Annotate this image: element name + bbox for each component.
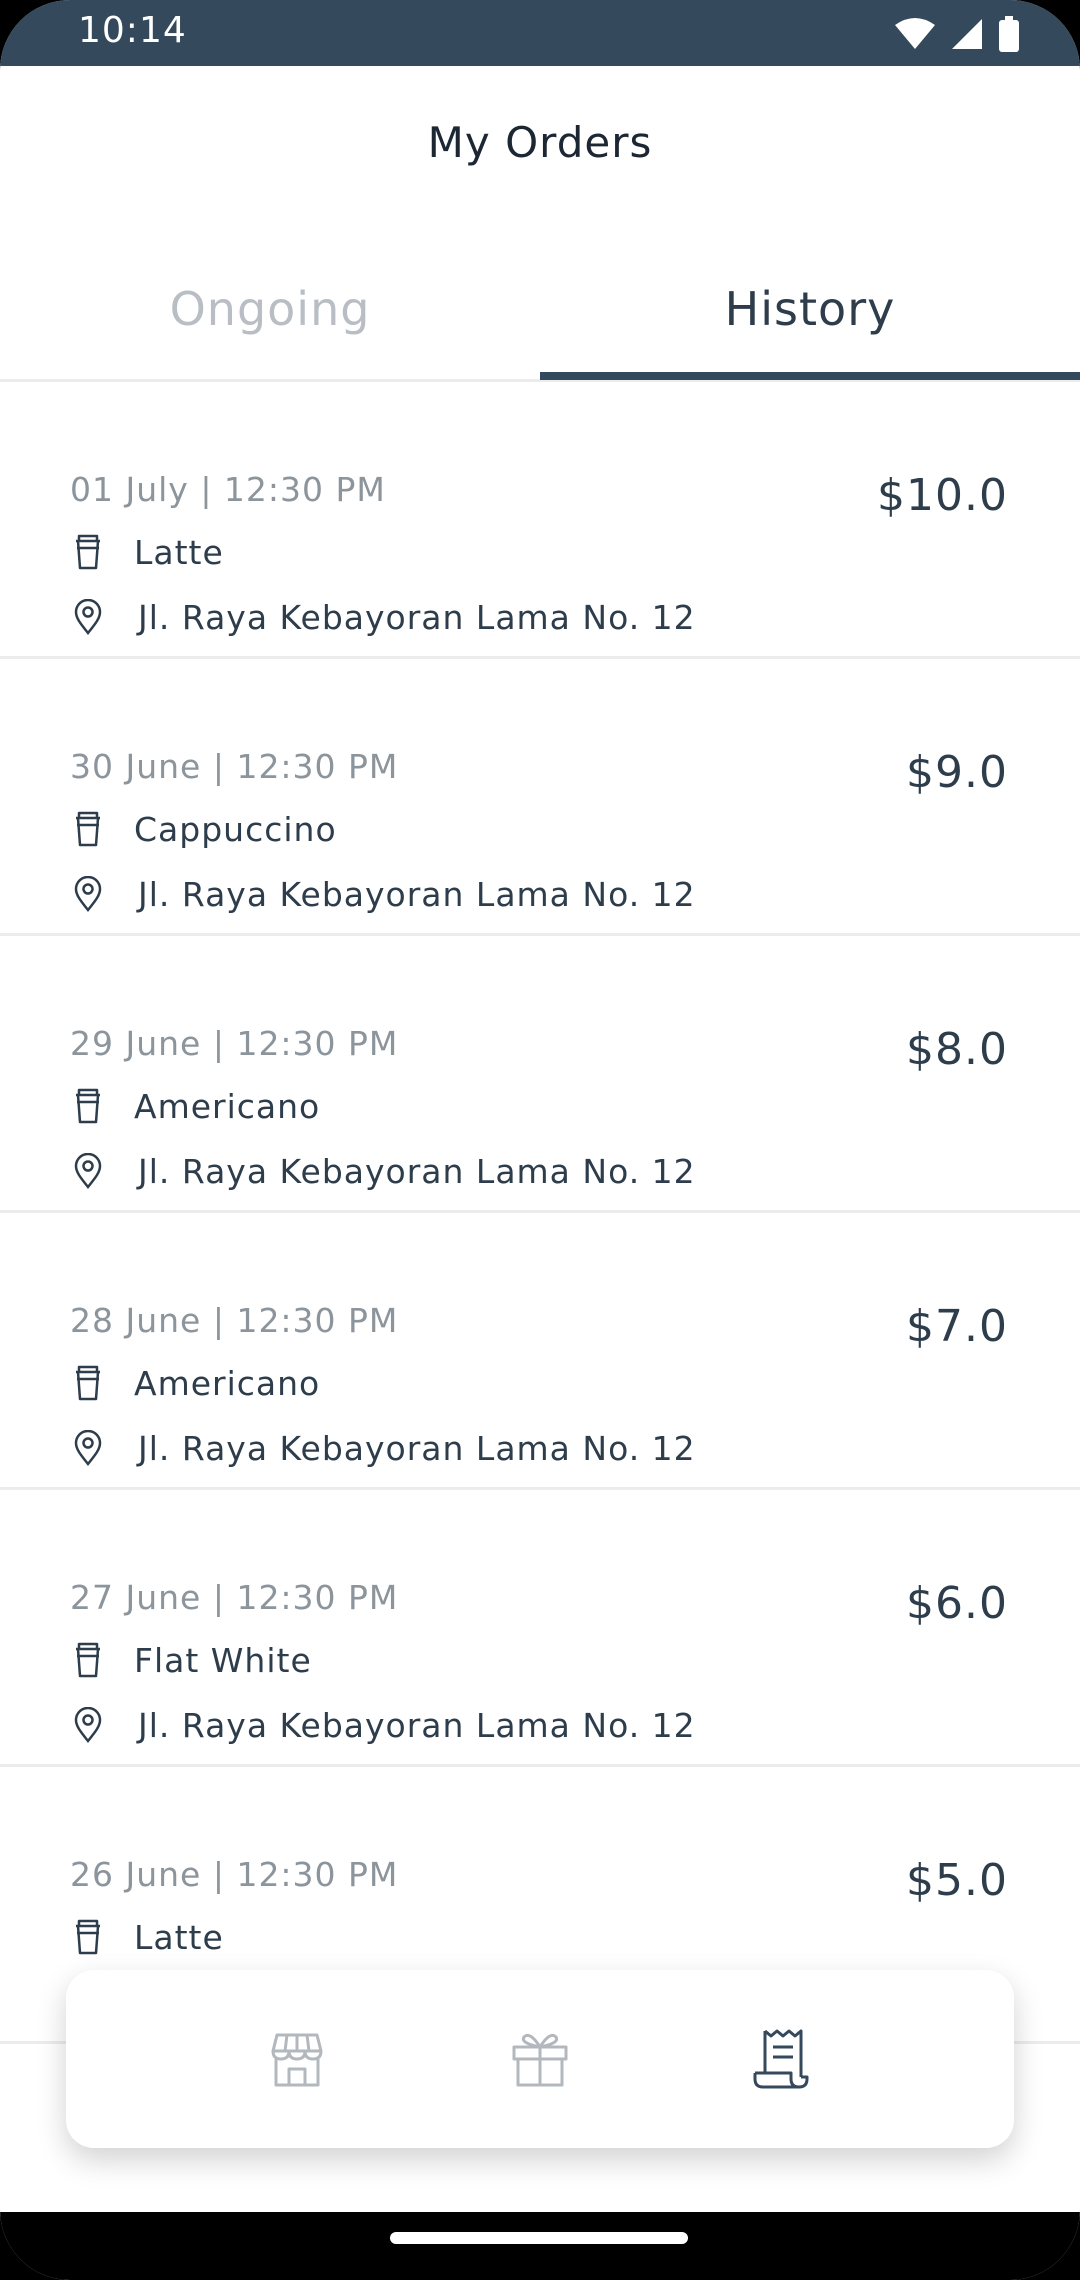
cup-icon — [70, 1363, 106, 1403]
status-icons — [894, 16, 1020, 52]
order-item-row: Flat White — [70, 1640, 312, 1680]
order-date: 30 June | 12:30 PM — [70, 747, 399, 786]
nav-orders-button[interactable] — [743, 2019, 823, 2099]
order-item-row: Latte — [70, 1917, 224, 1957]
location-pin-icon — [70, 1705, 106, 1745]
store-icon — [271, 2033, 323, 2087]
order-product: Cappuccino — [134, 809, 337, 849]
bottom-navigation — [66, 1970, 1014, 2148]
order-date: 01 July | 12:30 PM — [70, 470, 386, 509]
order-address-row: Jl. Raya Kebayoran Lama No. 12 — [70, 874, 696, 914]
order-address: Jl. Raya Kebayoran Lama No. 12 — [138, 874, 696, 914]
cup-icon — [70, 532, 106, 572]
order-address: Jl. Raya Kebayoran Lama No. 12 — [138, 1151, 696, 1191]
order-product: Flat White — [134, 1640, 312, 1680]
signal-icon — [952, 19, 982, 49]
gesture-bar — [0, 2212, 1080, 2280]
order-item-row: Americano — [70, 1086, 320, 1126]
location-pin-icon — [70, 1151, 106, 1191]
order-date: 26 June | 12:30 PM — [70, 1855, 399, 1894]
order-product: Latte — [134, 532, 224, 572]
order-date: 28 June | 12:30 PM — [70, 1301, 399, 1340]
order-item[interactable]: 01 July | 12:30 PM $10.0 Latte Jl. Raya … — [0, 382, 1080, 659]
order-item[interactable]: 29 June | 12:30 PM $8.0 Americano Jl. Ra… — [0, 936, 1080, 1213]
order-product: Latte — [134, 1917, 224, 1957]
location-pin-icon — [70, 597, 106, 637]
location-pin-icon — [70, 874, 106, 914]
order-price: $10.0 — [877, 470, 1008, 521]
order-address: Jl. Raya Kebayoran Lama No. 12 — [138, 1428, 696, 1468]
tab-bar: Ongoing History — [0, 270, 1080, 382]
order-price: $6.0 — [906, 1578, 1008, 1629]
cup-icon — [70, 1640, 106, 1680]
gift-icon — [512, 2033, 568, 2087]
status-time: 10:14 — [78, 10, 187, 51]
wifi-icon — [895, 18, 935, 49]
nav-rewards-button[interactable] — [500, 2019, 580, 2099]
nav-store-button[interactable] — [257, 2019, 337, 2099]
receipt-icon — [753, 2029, 809, 2089]
order-date: 27 June | 12:30 PM — [70, 1578, 399, 1617]
order-item-row: Cappuccino — [70, 809, 337, 849]
cup-icon — [70, 1917, 106, 1957]
order-product: Americano — [134, 1086, 321, 1126]
order-address-row: Jl. Raya Kebayoran Lama No. 12 — [70, 1705, 696, 1745]
order-item[interactable]: 30 June | 12:30 PM $9.0 Cappuccino Jl. R… — [0, 659, 1080, 936]
home-indicator[interactable] — [390, 2232, 688, 2244]
order-item-row: Americano — [70, 1363, 320, 1403]
order-item-row: Latte — [70, 532, 224, 572]
order-date: 29 June | 12:30 PM — [70, 1024, 399, 1063]
order-price: $7.0 — [906, 1301, 1008, 1352]
cup-icon — [70, 809, 106, 849]
screen: 10:14 My Orders Ongoing History 01 July … — [0, 0, 1080, 2280]
active-tab-indicator — [540, 372, 1080, 380]
page-title: My Orders — [427, 118, 653, 167]
order-address: Jl. Raya Kebayoran Lama No. 12 — [138, 597, 696, 637]
order-price: $9.0 — [906, 747, 1008, 798]
tab-history[interactable]: History — [540, 270, 1080, 382]
status-bar: 10:14 — [0, 0, 1080, 66]
location-pin-icon — [70, 1428, 106, 1468]
order-address-row: Jl. Raya Kebayoran Lama No. 12 — [70, 1428, 696, 1468]
tab-ongoing[interactable]: Ongoing — [0, 270, 540, 382]
order-price: $5.0 — [906, 1855, 1008, 1906]
battery-icon — [999, 16, 1019, 52]
orders-list: 01 July | 12:30 PM $10.0 Latte Jl. Raya … — [0, 382, 1080, 2044]
order-address-row: Jl. Raya Kebayoran Lama No. 12 — [70, 1151, 696, 1191]
order-address: Jl. Raya Kebayoran Lama No. 12 — [138, 1705, 696, 1745]
order-address-row: Jl. Raya Kebayoran Lama No. 12 — [70, 597, 696, 637]
cup-icon — [70, 1086, 106, 1126]
order-item[interactable]: 28 June | 12:30 PM $7.0 Americano Jl. Ra… — [0, 1213, 1080, 1490]
order-item[interactable]: 27 June | 12:30 PM $6.0 Flat White Jl. R… — [0, 1490, 1080, 1767]
order-product: Americano — [134, 1363, 321, 1403]
order-price: $8.0 — [906, 1024, 1008, 1075]
